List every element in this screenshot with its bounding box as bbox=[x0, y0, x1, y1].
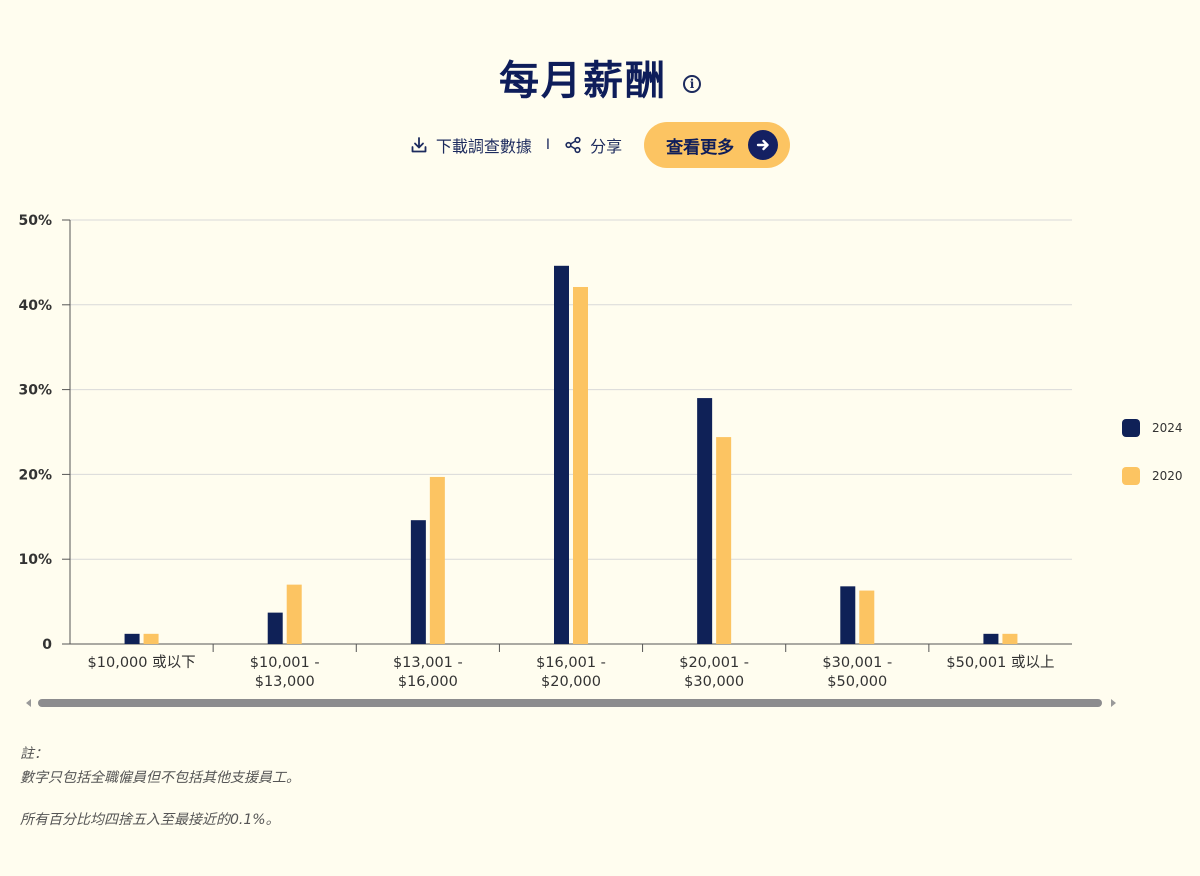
legend-item-2020[interactable]: 2020 bbox=[1122, 467, 1183, 485]
bar-2024 bbox=[983, 633, 999, 644]
x-tick-label: $16,001 - $20,000 bbox=[536, 655, 606, 690]
bar-2020 bbox=[429, 476, 445, 644]
share-button[interactable]: 分享 bbox=[564, 133, 622, 157]
y-tick-label: 10% bbox=[18, 552, 52, 568]
scroll-right-arrow-icon[interactable] bbox=[1111, 699, 1116, 707]
legend-item-2024[interactable]: 2024 bbox=[1122, 419, 1183, 437]
download-button[interactable]: 下載調查數據 bbox=[410, 133, 532, 157]
notes-line-2: 所有百分比均四捨五入至最接近的0.1%。 bbox=[20, 812, 280, 828]
bar-chart: 0 10% 20% 30% 40% 50% $10,000 或以下 $10,001 - $13,… bbox=[18, 213, 1072, 690]
x-tick-label: $50,001 或以上 bbox=[946, 654, 1054, 671]
bar-2024 bbox=[410, 520, 426, 644]
bar-2020 bbox=[143, 633, 159, 644]
download-icon bbox=[411, 137, 427, 153]
y-tick-label: 0 bbox=[42, 637, 52, 653]
page-title: 每月薪酬 bbox=[499, 58, 667, 104]
y-tick-label: 40% bbox=[18, 298, 52, 314]
bar-2024 bbox=[697, 398, 713, 644]
bar-2020 bbox=[859, 590, 875, 644]
x-tick-label-line: $10,001 - bbox=[250, 655, 320, 671]
x-tick-label-line: $13,000 bbox=[255, 674, 315, 690]
x-tick-label: $20,001 - $30,000 bbox=[679, 655, 749, 690]
see-more-button[interactable]: 查看更多 bbox=[644, 122, 791, 168]
bar-2020 bbox=[573, 286, 588, 644]
action-bar: 下載調查數據 I 分享 查看更多 bbox=[0, 122, 1200, 168]
notes-line-1: 數字只包括全職僱員但不包括其他支援員工。 bbox=[20, 770, 300, 786]
x-tick-label-line: $50,000 bbox=[827, 674, 887, 690]
x-tick-label-line: $16,000 bbox=[398, 674, 458, 690]
info-icon[interactable]: i bbox=[683, 75, 701, 93]
footnotes: 註： 數字只包括全職僱員但不包括其他支援員工。 所有百分比均四捨五入至最接近的0… bbox=[20, 742, 300, 832]
bar-2024 bbox=[124, 633, 140, 644]
notes-heading: 註： bbox=[20, 746, 48, 762]
title-row: 每月薪酬 i bbox=[0, 48, 1200, 106]
horizontal-scrollbar[interactable] bbox=[22, 697, 1116, 711]
share-label: 分享 bbox=[590, 137, 623, 156]
x-tick-label-line: $30,000 bbox=[684, 674, 744, 690]
x-tick-label: $10,000 或以下 bbox=[88, 654, 196, 671]
y-tick-label: 50% bbox=[18, 213, 52, 229]
bar-2020 bbox=[286, 584, 302, 644]
arrow-right-icon bbox=[748, 130, 779, 160]
see-more-label: 查看更多 bbox=[666, 137, 735, 158]
legend-label-2020: 2020 bbox=[1152, 469, 1183, 483]
separator: I bbox=[545, 137, 551, 153]
x-tick-label: $10,001 - $13,000 bbox=[250, 655, 320, 690]
x-tick-label-line: $10,000 或以下 bbox=[88, 654, 196, 671]
bar-2020 bbox=[1002, 633, 1018, 644]
legend-swatch-2024 bbox=[1122, 419, 1140, 437]
x-tick-label-line: $13,001 - bbox=[393, 655, 463, 671]
x-tick-label: $13,001 - $16,000 bbox=[393, 655, 463, 690]
download-label: 下載調查數據 bbox=[435, 137, 532, 156]
bar-2020 bbox=[716, 437, 732, 644]
bar-2024 bbox=[267, 612, 283, 644]
x-tick-label-line: $16,001 - bbox=[536, 655, 606, 671]
x-tick-label-line: $50,001 或以上 bbox=[946, 654, 1054, 671]
y-tick-label: 20% bbox=[18, 467, 52, 483]
scroll-left-arrow-icon[interactable] bbox=[26, 699, 31, 707]
legend: 2024 2020 bbox=[1122, 419, 1183, 515]
x-tick-label-line: $30,001 - bbox=[822, 655, 892, 671]
legend-swatch-2020 bbox=[1122, 467, 1140, 485]
y-tick-label: 30% bbox=[18, 383, 52, 399]
x-tick-label-line: $20,000 bbox=[541, 674, 601, 690]
x-tick-label: $30,001 - $50,000 bbox=[822, 655, 892, 690]
scrollbar-thumb[interactable] bbox=[38, 699, 1102, 707]
bar-2024 bbox=[840, 586, 856, 644]
x-tick-label-line: $20,001 - bbox=[679, 655, 749, 671]
bar-2024 bbox=[554, 265, 569, 644]
legend-label-2024: 2024 bbox=[1152, 421, 1183, 435]
share-icon bbox=[565, 136, 581, 154]
